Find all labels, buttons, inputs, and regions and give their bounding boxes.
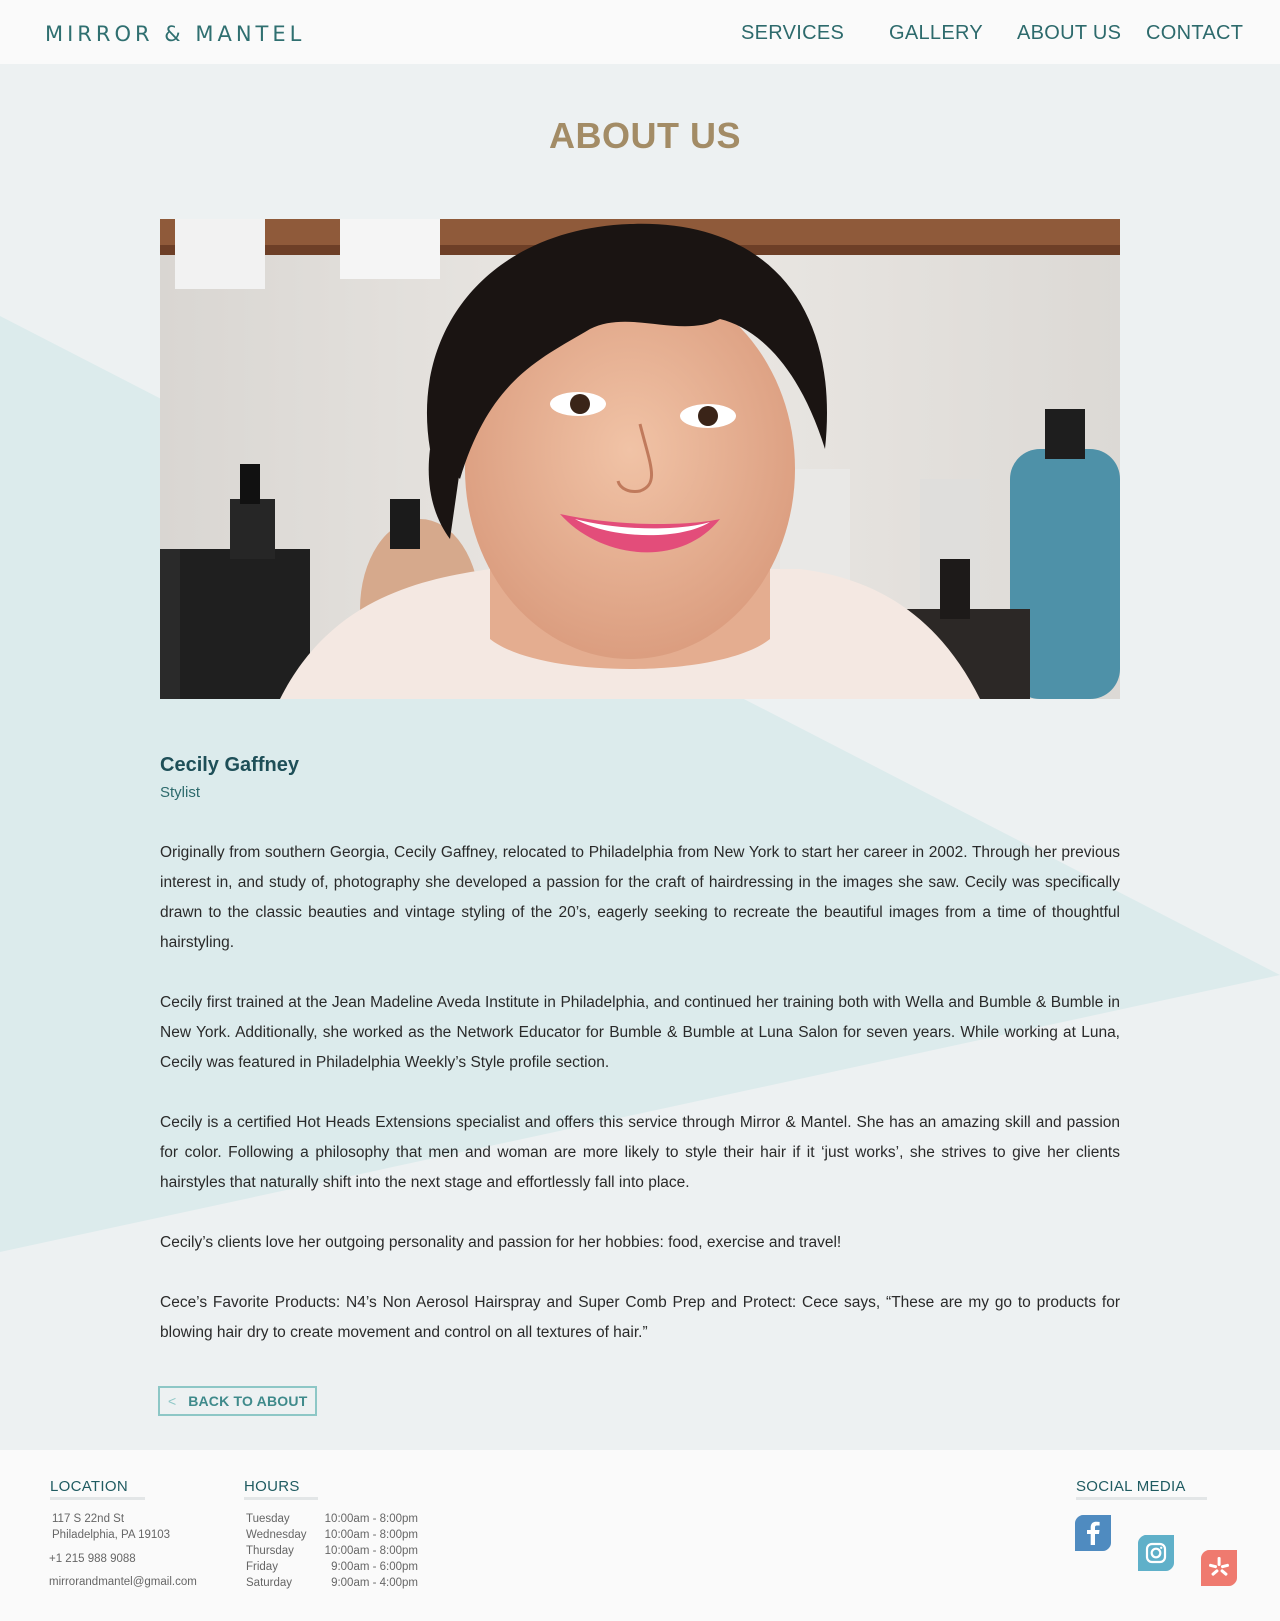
bio-paragraph: Cecily’s clients love her outgoing perso…	[160, 1234, 842, 1251]
portrait-illustration	[160, 219, 1120, 699]
hours-day: Tuesday	[246, 1513, 290, 1525]
hours-time: 9:00am - 6:00pm	[331, 1561, 418, 1573]
stylist-name: Cecily Gaffney	[160, 754, 299, 776]
bio-paragraph: Originally from southern Georgia, Cecily…	[160, 844, 1120, 951]
bio-paragraph: Cecily is a certified Hot Heads Extensio…	[160, 1114, 1120, 1191]
yelp-icon[interactable]	[1201, 1550, 1237, 1586]
nav-gallery[interactable]: GALLERY	[889, 22, 983, 45]
hours-time: 9:00am - 4:00pm	[331, 1577, 418, 1589]
email-link[interactable]: mirrorandmantel@gmail.com	[49, 1574, 197, 1590]
stylist-bio: Originally from southern Georgia, Cecily…	[160, 838, 1120, 1378]
stylist-role: Stylist	[160, 784, 201, 801]
page-title: ABOUT US	[549, 115, 741, 156]
location-heading: LOCATION	[50, 1478, 145, 1500]
site-header: MIRROR & MANTEL SERVICES GALLERY ABOUT U…	[0, 0, 1280, 64]
hours-heading: HOURS	[244, 1478, 318, 1500]
chevron-left-icon: <	[168, 1393, 177, 1409]
nav-services[interactable]: SERVICES	[741, 22, 844, 45]
hours-table: Tuesday 10:00am - 8:00pm Wednesday 10:00…	[246, 1511, 418, 1591]
nav-about-us[interactable]: ABOUT US	[1017, 22, 1121, 45]
hours-day: Friday	[246, 1561, 278, 1573]
hours-row: Friday 9:00am - 6:00pm	[246, 1559, 418, 1575]
back-to-about-button[interactable]: < BACK TO ABOUT	[158, 1386, 317, 1416]
hours-row: Saturday 9:00am - 4:00pm	[246, 1575, 418, 1591]
bio-paragraph: Cece’s Favorite Products: N4’s Non Aeros…	[160, 1294, 1120, 1341]
stylist-portrait-photo	[160, 219, 1120, 699]
hours-time: 10:00am - 8:00pm	[324, 1545, 418, 1557]
hours-time: 10:00am - 8:00pm	[324, 1529, 418, 1541]
site-footer: LOCATION 117 S 22nd St Philadelphia, PA …	[0, 1450, 1280, 1621]
back-to-about-label: BACK TO ABOUT	[188, 1393, 308, 1409]
hours-day: Thursday	[246, 1545, 294, 1557]
hours-day: Wednesday	[246, 1529, 307, 1541]
nav-contact[interactable]: CONTACT	[1146, 22, 1243, 45]
facebook-icon[interactable]	[1075, 1515, 1111, 1551]
hours-row: Thursday 10:00am - 8:00pm	[246, 1543, 418, 1559]
phone-number[interactable]: +1 215 988 9088	[49, 1551, 136, 1567]
address-line-1: 117 S 22nd St	[52, 1513, 125, 1525]
hours-row: Tuesday 10:00am - 8:00pm	[246, 1511, 418, 1527]
social-media-heading: SOCIAL MEDIA	[1076, 1478, 1207, 1500]
hours-day: Saturday	[246, 1577, 293, 1589]
instagram-icon[interactable]	[1138, 1535, 1174, 1571]
bio-paragraph: Cecily first trained at the Jean Madelin…	[160, 994, 1120, 1071]
address-line-2: Philadelphia, PA 19103	[52, 1529, 171, 1541]
hours-time: 10:00am - 8:00pm	[324, 1513, 418, 1525]
hours-row: Wednesday 10:00am - 8:00pm	[246, 1527, 418, 1543]
site-logo[interactable]: MIRROR & MANTEL	[45, 22, 305, 46]
